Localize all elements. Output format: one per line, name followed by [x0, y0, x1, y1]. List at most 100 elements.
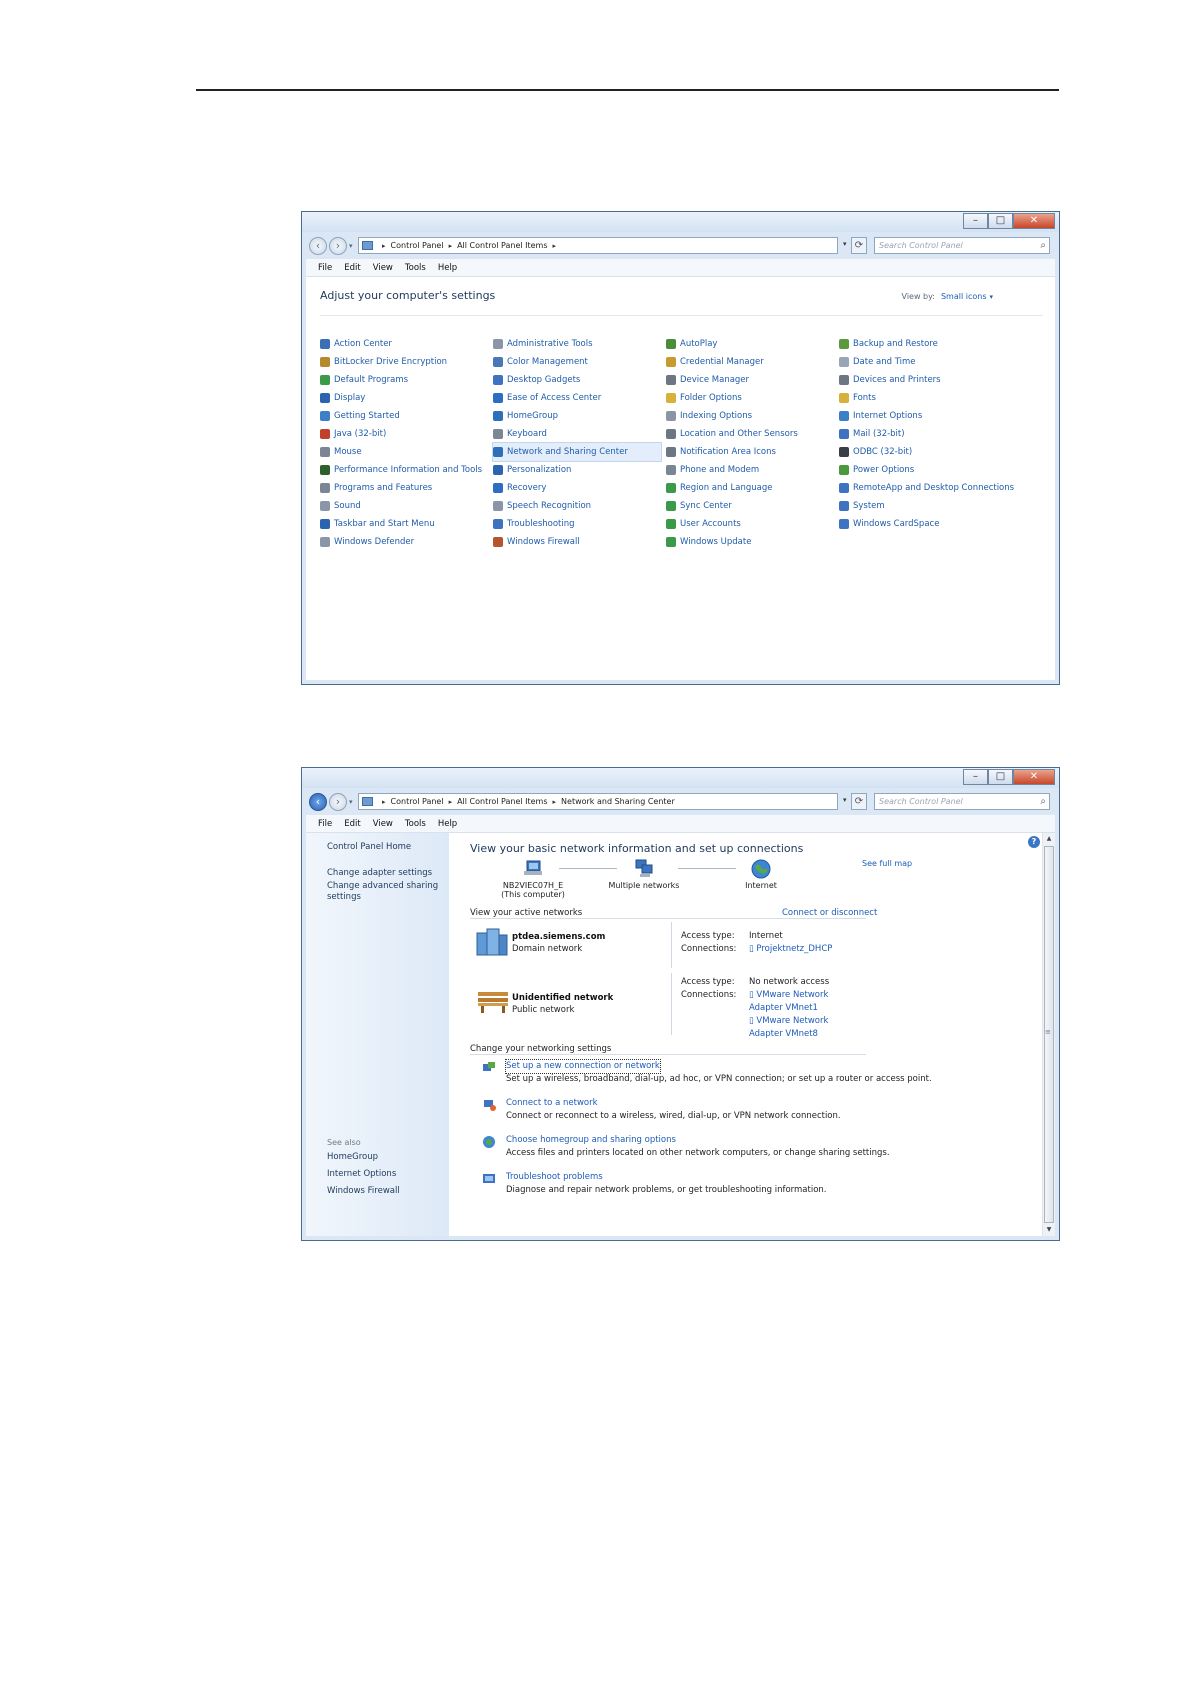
connect-to-network-link[interactable]: Connect to a network: [506, 1097, 841, 1110]
cp-item-keyboard[interactable]: Keyboard: [493, 425, 666, 443]
title-bar[interactable]: – □ ✕: [302, 212, 1059, 232]
cp-item-recovery[interactable]: Recovery: [493, 479, 666, 497]
cp-item-user-accounts[interactable]: User Accounts: [666, 515, 839, 533]
menu-view[interactable]: View: [373, 263, 393, 273]
chevron-down-icon[interactable]: ▾: [989, 293, 993, 301]
breadcrumb-arrow[interactable]: ▸: [382, 798, 386, 806]
breadcrumb-arrow[interactable]: ▸: [449, 798, 453, 806]
back-button[interactable]: ‹: [309, 237, 327, 255]
network-type-link[interactable]: Domain network: [512, 944, 605, 954]
breadcrumb-control-panel[interactable]: Control Panel: [391, 241, 444, 250]
cp-item-sync-center[interactable]: Sync Center: [666, 497, 839, 515]
breadcrumb-network-sharing[interactable]: Network and Sharing Center: [561, 797, 675, 806]
cp-item-remoteapp-and-desktop-connections[interactable]: RemoteApp and Desktop Connections: [839, 479, 1020, 497]
refresh-button[interactable]: ⟳: [851, 237, 867, 254]
cp-item-devices-and-printers[interactable]: Devices and Printers: [839, 371, 1020, 389]
cp-item-action-center[interactable]: Action Center: [320, 335, 493, 353]
cp-item-default-programs[interactable]: Default Programs: [320, 371, 493, 389]
cp-item-date-and-time[interactable]: Date and Time: [839, 353, 1020, 371]
breadcrumb-arrow[interactable]: ▸: [382, 242, 386, 250]
cp-item-personalization[interactable]: Personalization: [493, 461, 666, 479]
cp-item-mouse[interactable]: Mouse: [320, 443, 493, 461]
breadcrumb-arrow[interactable]: ▸: [553, 798, 557, 806]
see-full-map-link[interactable]: See full map: [862, 859, 912, 868]
see-also-homegroup-link[interactable]: HomeGroup: [327, 1152, 439, 1163]
network-type-link[interactable]: Public network: [512, 1005, 613, 1015]
cp-item-performance-information-and-tools[interactable]: Performance Information and Tools: [320, 461, 493, 479]
cp-item-system[interactable]: System: [839, 497, 1020, 515]
cp-item-internet-options[interactable]: Internet Options: [839, 407, 1020, 425]
cp-item-taskbar-and-start-menu[interactable]: Taskbar and Start Menu: [320, 515, 493, 533]
cp-item-windows-update[interactable]: Windows Update: [666, 533, 839, 551]
cp-item-odbc-32-bit[interactable]: ODBC (32-bit): [839, 443, 1020, 461]
breadcrumb-all-items[interactable]: All Control Panel Items: [457, 797, 547, 806]
connection-name[interactable]: Projektnetz_DHCP: [756, 944, 832, 954]
connection-link[interactable]: ▯ VMware Network Adapter VMnet8: [749, 1015, 859, 1041]
address-bar[interactable]: ▸ Control Panel ▸ All Control Panel Item…: [358, 237, 838, 254]
menu-tools[interactable]: Tools: [405, 263, 426, 273]
forward-button[interactable]: ›: [329, 237, 347, 255]
see-also-windows-firewall-link[interactable]: Windows Firewall: [327, 1186, 439, 1197]
search-input[interactable]: Search Control Panel ⌕: [874, 793, 1050, 810]
cp-item-bitlocker-drive-encryption[interactable]: BitLocker Drive Encryption: [320, 353, 493, 371]
connection-name[interactable]: VMware Network Adapter VMnet8: [749, 1016, 828, 1039]
menu-tools[interactable]: Tools: [405, 819, 426, 829]
menu-edit[interactable]: Edit: [344, 819, 360, 829]
cp-item-administrative-tools[interactable]: Administrative Tools: [493, 335, 666, 353]
cp-item-speech-recognition[interactable]: Speech Recognition: [493, 497, 666, 515]
connection-link[interactable]: ▯ Projektnetz_DHCP: [749, 944, 832, 954]
cp-item-display[interactable]: Display: [320, 389, 493, 407]
connection-link[interactable]: ▯ VMware Network Adapter VMnet1: [749, 989, 859, 1015]
maximize-button[interactable]: □: [988, 769, 1013, 785]
homegroup-sharing-link[interactable]: Choose homegroup and sharing options: [506, 1134, 890, 1147]
maximize-button[interactable]: □: [988, 213, 1013, 229]
breadcrumb-all-items[interactable]: All Control Panel Items: [457, 241, 547, 250]
map-node-internet[interactable]: Internet: [736, 859, 786, 890]
cp-item-programs-and-features[interactable]: Programs and Features: [320, 479, 493, 497]
close-button[interactable]: ✕: [1013, 769, 1055, 785]
cp-item-network-and-sharing-center[interactable]: Network and Sharing Center: [492, 442, 662, 462]
scroll-down-button[interactable]: ▼: [1043, 1224, 1055, 1236]
cp-item-location-and-other-sensors[interactable]: Location and Other Sensors: [666, 425, 839, 443]
cp-item-power-options[interactable]: Power Options: [839, 461, 1020, 479]
address-dropdown-icon[interactable]: ▾: [843, 796, 847, 804]
cp-item-sound[interactable]: Sound: [320, 497, 493, 515]
cp-item-color-management[interactable]: Color Management: [493, 353, 666, 371]
cp-item-windows-defender[interactable]: Windows Defender: [320, 533, 493, 551]
minimize-button[interactable]: –: [963, 769, 988, 785]
menu-file[interactable]: File: [318, 263, 332, 273]
cp-item-phone-and-modem[interactable]: Phone and Modem: [666, 461, 839, 479]
title-bar[interactable]: – □ ✕: [302, 768, 1059, 788]
cp-item-fonts[interactable]: Fonts: [839, 389, 1020, 407]
cp-item-windows-cardspace[interactable]: Windows CardSpace: [839, 515, 1020, 533]
search-input[interactable]: Search Control Panel ⌕: [874, 237, 1050, 254]
help-icon[interactable]: ?: [1028, 836, 1040, 848]
breadcrumb-control-panel[interactable]: Control Panel: [391, 797, 444, 806]
address-dropdown-icon[interactable]: ▾: [843, 240, 847, 248]
scroll-up-button[interactable]: ▲: [1043, 833, 1055, 845]
cp-item-folder-options[interactable]: Folder Options: [666, 389, 839, 407]
see-also-internet-options-link[interactable]: Internet Options: [327, 1169, 439, 1180]
cp-item-windows-firewall[interactable]: Windows Firewall: [493, 533, 666, 551]
cp-item-indexing-options[interactable]: Indexing Options: [666, 407, 839, 425]
minimize-button[interactable]: –: [963, 213, 988, 229]
view-by-dropdown[interactable]: Small icons: [941, 292, 987, 301]
cp-item-credential-manager[interactable]: Credential Manager: [666, 353, 839, 371]
cp-item-backup-and-restore[interactable]: Backup and Restore: [839, 335, 1020, 353]
menu-help[interactable]: Help: [438, 819, 457, 829]
control-panel-home-link[interactable]: Control Panel Home: [327, 842, 439, 853]
change-advanced-sharing-link[interactable]: Change advanced sharing settings: [327, 881, 439, 903]
cp-item-device-manager[interactable]: Device Manager: [666, 371, 839, 389]
change-adapter-settings-link[interactable]: Change adapter settings: [327, 868, 439, 879]
menu-help[interactable]: Help: [438, 263, 457, 273]
troubleshoot-problems-link[interactable]: Troubleshoot problems: [506, 1171, 827, 1184]
search-icon[interactable]: ⌕: [1040, 238, 1046, 253]
connect-or-disconnect-link[interactable]: Connect or disconnect: [782, 908, 877, 918]
breadcrumb-arrow[interactable]: ▸: [553, 242, 557, 250]
connection-name[interactable]: VMware Network Adapter VMnet1: [749, 990, 828, 1013]
breadcrumb-arrow[interactable]: ▸: [449, 242, 453, 250]
cp-item-java-32-bit[interactable]: Java (32-bit): [320, 425, 493, 443]
cp-item-troubleshooting[interactable]: Troubleshooting: [493, 515, 666, 533]
refresh-button[interactable]: ⟳: [851, 793, 867, 810]
recent-pages-button[interactable]: ▾: [349, 242, 353, 250]
